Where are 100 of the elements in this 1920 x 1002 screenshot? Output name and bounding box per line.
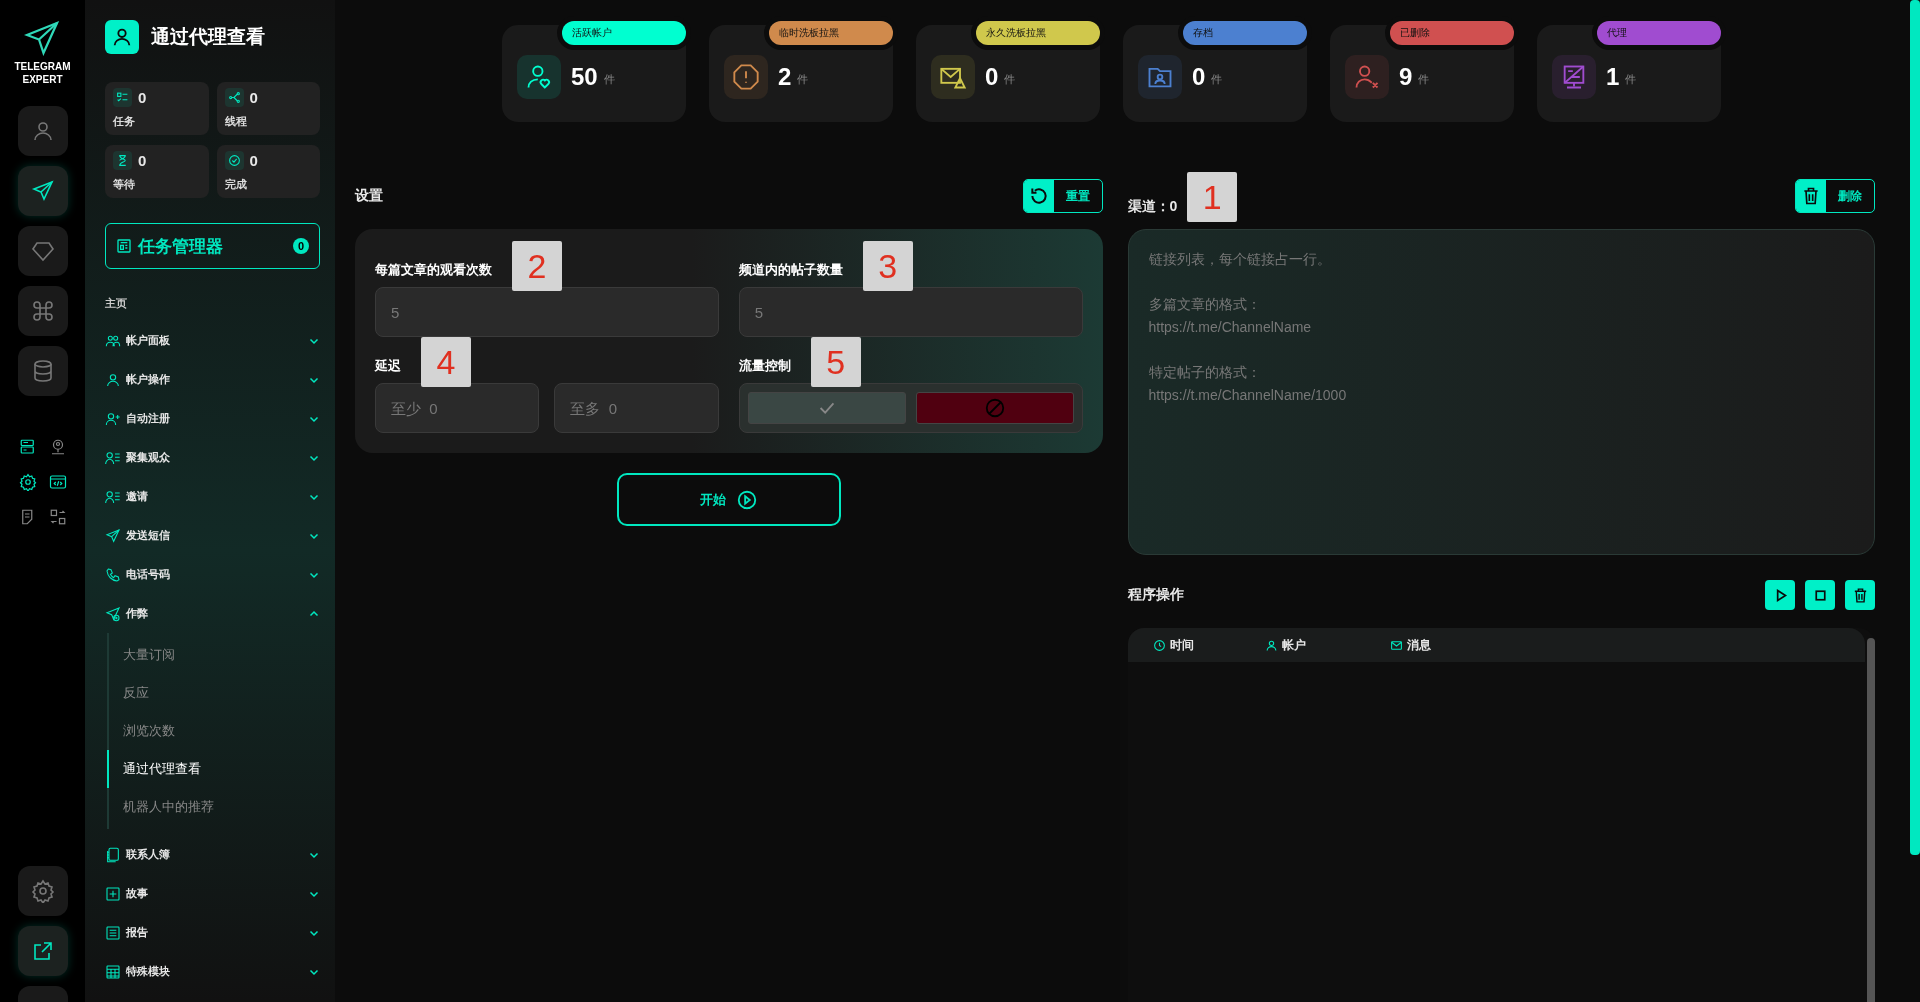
section-title: 设置 [355,187,383,205]
input-field[interactable]: 至多 0 [554,383,719,433]
paper-plane-plus-icon [105,605,121,622]
delete-button[interactable]: 删除 [1795,179,1875,213]
swap-icon[interactable] [48,508,67,526]
callout-marker: 5 [810,337,861,387]
placeholder-text: https://t.me/ChannelName/1000 [1148,386,1347,405]
input-field[interactable]: 至少 0 [375,383,540,433]
section-label: 主页 [105,296,128,311]
channel-count: 渠道：0 [1127,198,1178,216]
address-book-icon [105,846,121,863]
counter-label: 任务 [113,114,136,129]
menu-item[interactable]: 邀请 [105,477,320,516]
submenu-item[interactable]: 反应 [107,674,320,712]
stat-unit: 件 [1625,72,1637,87]
input-field[interactable]: 5 [375,287,719,337]
stat-unit: 件 [1418,72,1430,87]
mail-icon [1389,638,1403,652]
callout-marker: 3 [862,241,913,291]
stat-value: 50 [571,63,598,91]
counter-value: 0 [138,152,147,169]
logo-text: EXPERT [22,73,63,86]
input-field[interactable]: 5 [738,287,1083,337]
menu-item[interactable]: 作弊 [105,594,320,633]
hourglass-icon [113,151,132,170]
checklist-icon [113,88,132,107]
report-icon [105,924,121,941]
start-button[interactable]: 开始 [616,473,841,526]
task-manager-button[interactable]: 任务管理器 0 [105,223,320,269]
counter-label: 完成 [224,177,248,192]
settings-icon[interactable] [18,473,37,491]
rail-button[interactable] [17,166,68,216]
submenu-item[interactable]: 机器人中的推荐 [107,788,320,826]
callout-marker: 2 [512,241,562,291]
logo-text: TELEGRAM [14,60,71,73]
stat-value: 2 [778,63,792,91]
column-label: 帐户 [1281,636,1306,654]
submenu-item[interactable]: 大量订阅 [107,636,320,674]
stat-unit: 件 [603,72,615,87]
menu-item[interactable]: 聚集观众 [105,438,320,477]
callout-marker: 4 [421,337,471,387]
share-icon [224,88,244,107]
menu-item[interactable]: 帐户面板 [105,321,320,360]
stat-unit: 件 [1004,72,1016,87]
mail-warning-icon [931,55,975,99]
play-circle-icon [735,488,758,511]
command-icon [30,299,55,323]
menu-item[interactable]: 帐户操作 [105,360,320,399]
placeholder-text: 特定帖子的格式： [1148,363,1261,382]
code-window-icon[interactable] [48,473,67,491]
user-remove-icon [1345,55,1389,99]
submenu-item[interactable]: 通过代理查看 [107,750,320,788]
stat-unit: 件 [797,72,809,87]
field-label: 延迟 [375,357,401,375]
counter-label: 等待 [113,177,136,192]
trash-icon [1801,186,1821,206]
folder-user-icon [1138,55,1182,99]
counter-label: 线程 [224,114,248,129]
menu-item[interactable]: 电话号码 [105,555,320,594]
menu-item[interactable]: 特殊模块 [105,952,320,991]
column-label: 消息 [1406,636,1431,654]
clear-button[interactable] [1845,580,1875,610]
paper-plane-icon [105,527,121,544]
scrollbar[interactable] [1910,0,1920,855]
stat-value: 0 [985,63,999,91]
counter-value: 0 [249,89,258,106]
stat-value: 9 [1399,63,1413,91]
counter-value: 0 [249,152,258,169]
monitor-icon [1552,55,1596,99]
submenu-item[interactable]: 浏览次数 [107,712,320,750]
stat-value: 1 [1606,63,1620,91]
field-label: 每篇文章的观看次数 [375,261,492,279]
block-icon [983,397,1006,419]
menu-item[interactable]: 发送短信 [105,516,320,555]
placeholder-text: 多篇文章的格式： [1148,295,1261,314]
paper-plane-icon [24,20,61,56]
menu-item[interactable]: 联系人簿 [105,835,320,874]
user-list-icon [105,449,121,466]
stop-button[interactable] [1805,580,1835,610]
reset-icon [1028,186,1049,206]
rail-button[interactable] [17,866,68,916]
placeholder-text: 链接列表，每个链接占一行。 [1148,250,1331,269]
menu-item[interactable]: 自动注册 [105,399,320,438]
counter-value: 0 [138,89,147,106]
clock-icon [1152,638,1166,652]
server-icon[interactable] [18,438,37,456]
menu-item[interactable]: 报告 [105,913,320,952]
paper-plane-icon [30,179,55,203]
scrollbar[interactable] [1867,638,1875,1002]
menu-item[interactable]: 故事 [105,874,320,913]
field-label: 频道内的帖子数量 [738,261,843,279]
diamond-icon [30,239,55,263]
reset-button[interactable]: 重置 [1022,179,1103,213]
plus-square-icon [105,885,121,902]
column-label: 时间 [1169,636,1194,654]
play-button[interactable] [1765,580,1795,610]
stat-unit: 件 [1211,72,1223,87]
table-icon [105,963,121,980]
phone-icon [105,566,121,583]
rail-button[interactable] [17,926,68,976]
